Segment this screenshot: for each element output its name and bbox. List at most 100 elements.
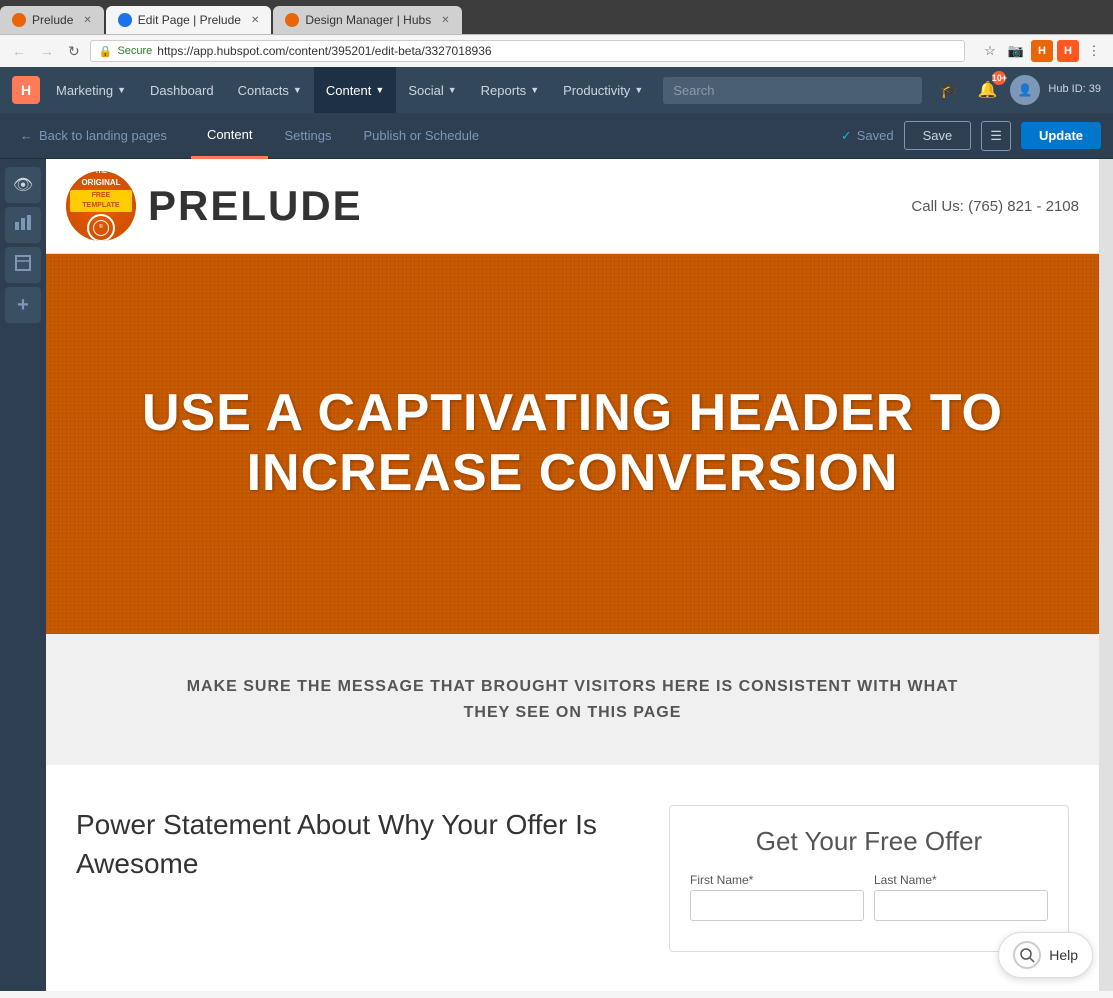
help-search-icon (1013, 941, 1041, 969)
last-name-input[interactable] (874, 890, 1048, 921)
form-row-name: First Name* Last Name* (690, 873, 1048, 921)
first-name-field: First Name* (690, 873, 864, 921)
nav-content[interactable]: Content ▼ (314, 67, 396, 113)
help-fab[interactable]: Help (998, 932, 1093, 978)
browser-chrome: Prelude ✕ Edit Page | Prelude ✕ Design M… (0, 0, 1113, 67)
save-label: Save (923, 128, 953, 143)
chart-sidebar-button[interactable] (5, 207, 41, 243)
tab-label-design: Design Manager | Hubs (305, 13, 431, 27)
tab-edit-page[interactable]: Edit Page | Prelude ✕ (106, 6, 272, 34)
toolbar-right: ✓ Saved Save ☰ Update (841, 121, 1101, 151)
nav-social-label: Social (408, 83, 443, 98)
academy-button[interactable]: 🎓 (934, 75, 964, 105)
lock-icon: 🔒 (99, 45, 113, 58)
marketing-dropdown-icon: ▼ (117, 85, 126, 95)
productivity-dropdown-icon: ▼ (634, 85, 643, 95)
tab-close-design[interactable]: ✕ (441, 15, 449, 26)
menu-button[interactable]: ⋮ (1083, 40, 1105, 62)
chart-icon (14, 214, 32, 237)
logo-badge: THE ORIGINAL FREE TEMPLATE © (66, 171, 136, 241)
editor-layout: 👁 + THE ORIGINAL (0, 159, 1113, 991)
nav-contacts-label: Contacts (238, 83, 289, 98)
hubspot-logo[interactable]: H (12, 76, 40, 104)
last-name-label: Last Name* (874, 873, 1048, 887)
update-label: Update (1039, 128, 1083, 143)
user-avatar-initials: 👤 (1018, 83, 1033, 97)
box-icon (14, 254, 32, 277)
first-name-input[interactable] (690, 890, 864, 921)
first-name-label: First Name* (690, 873, 864, 887)
brand-name: PRELUDE (148, 182, 363, 230)
back-button[interactable]: ← (8, 41, 30, 61)
content-section: Power Statement About Why Your Offer Is … (46, 765, 1099, 991)
update-button[interactable]: Update (1021, 122, 1101, 149)
back-to-pages-link[interactable]: ← Back to landing pages (12, 124, 175, 147)
user-avatar[interactable]: 👤 (1010, 75, 1040, 105)
search-container (663, 77, 922, 104)
reload-button[interactable]: ↻ (64, 41, 84, 62)
tab-content[interactable]: Content (191, 113, 269, 159)
tab-favicon-edit (118, 13, 132, 27)
add-icon: + (17, 294, 29, 317)
nav-marketing-label: Marketing (56, 83, 113, 98)
nav-reports[interactable]: Reports ▼ (469, 67, 551, 113)
lp-header: THE ORIGINAL FREE TEMPLATE © PRELUDE Cal… (46, 159, 1099, 254)
url-text: https://app.hubspot.com/content/395201/e… (157, 44, 491, 58)
box-sidebar-button[interactable] (5, 247, 41, 283)
add-sidebar-button[interactable]: + (5, 287, 41, 323)
save-button[interactable]: Save (904, 121, 972, 150)
nav-marketing[interactable]: Marketing ▼ (44, 67, 138, 113)
options-menu-button[interactable]: ☰ (981, 121, 1011, 151)
tab-prelude[interactable]: Prelude ✕ (0, 6, 104, 34)
ext-button[interactable]: H (1057, 40, 1079, 62)
forward-button[interactable]: → (36, 41, 58, 61)
message-text: MAKE SURE THE MESSAGE THAT BROUGHT VISIT… (66, 674, 1079, 725)
back-label: Back to landing pages (39, 128, 167, 143)
hub-id-text: Hub ID: 39 (1048, 83, 1101, 95)
nav-content-label: Content (326, 83, 372, 98)
contacts-dropdown-icon: ▼ (293, 85, 302, 95)
editor-tabs: Content Settings Publish or Schedule (191, 113, 841, 159)
message-section: MAKE SURE THE MESSAGE THAT BROUGHT VISIT… (46, 634, 1099, 765)
browser-actions: ☆ 📷 H H ⋮ (979, 40, 1105, 62)
nav-contacts[interactable]: Contacts ▼ (226, 67, 314, 113)
tab-publish[interactable]: Publish or Schedule (347, 113, 495, 159)
nav-dashboard-label: Dashboard (150, 83, 214, 98)
help-label: Help (1049, 947, 1078, 963)
hubspot-btn[interactable]: H (1031, 40, 1053, 62)
hero-heading: USE A CAPTIVATING HEADER TO INCREASE CON… (142, 384, 1003, 504)
tab-content-label: Content (207, 127, 253, 142)
saved-checkmark-icon: ✓ (841, 128, 852, 144)
secure-label: Secure (117, 45, 152, 57)
eye-sidebar-button[interactable]: 👁 (5, 167, 41, 203)
tab-bar: Prelude ✕ Edit Page | Prelude ✕ Design M… (0, 0, 1113, 34)
content-dropdown-icon: ▼ (375, 85, 384, 95)
username-display: Hub ID: 39 (1048, 83, 1101, 96)
nav-productivity[interactable]: Productivity ▼ (551, 67, 655, 113)
hubspot-nav: H Marketing ▼ Dashboard Contacts ▼ Conte… (0, 67, 1113, 113)
power-statement: Power Statement About Why Your Offer Is … (76, 805, 629, 883)
tab-close-prelude[interactable]: ✕ (83, 15, 91, 26)
notifications-badge[interactable]: 🔔 10+ (972, 75, 1002, 105)
editor-toolbar: ← Back to landing pages Content Settings… (0, 113, 1113, 159)
nav-right: 🎓 🔔 10+ 👤 Hub ID: 39 (934, 75, 1101, 105)
screenshot-button[interactable]: 📷 (1005, 40, 1027, 62)
social-dropdown-icon: ▼ (448, 85, 457, 95)
tab-close-edit[interactable]: ✕ (251, 15, 259, 26)
tab-settings[interactable]: Settings (268, 113, 347, 159)
nav-reports-label: Reports (481, 83, 527, 98)
menu-lines-icon: ☰ (990, 128, 1002, 143)
reports-dropdown-icon: ▼ (530, 85, 539, 95)
scrollbar[interactable] (1099, 159, 1113, 991)
tab-label-edit: Edit Page | Prelude (138, 13, 241, 27)
saved-status: ✓ Saved (841, 128, 894, 144)
search-input[interactable] (663, 77, 922, 104)
star-button[interactable]: ☆ (979, 40, 1001, 62)
nav-dashboard[interactable]: Dashboard (138, 67, 226, 113)
nav-social[interactable]: Social ▼ (396, 67, 468, 113)
address-bar[interactable]: 🔒 Secure https://app.hubspot.com/content… (90, 40, 965, 62)
tab-label-prelude: Prelude (32, 13, 73, 27)
tab-favicon-design (285, 13, 299, 27)
logo-area: THE ORIGINAL FREE TEMPLATE © PRELUDE (66, 171, 363, 241)
tab-design-manager[interactable]: Design Manager | Hubs ✕ (273, 6, 461, 34)
